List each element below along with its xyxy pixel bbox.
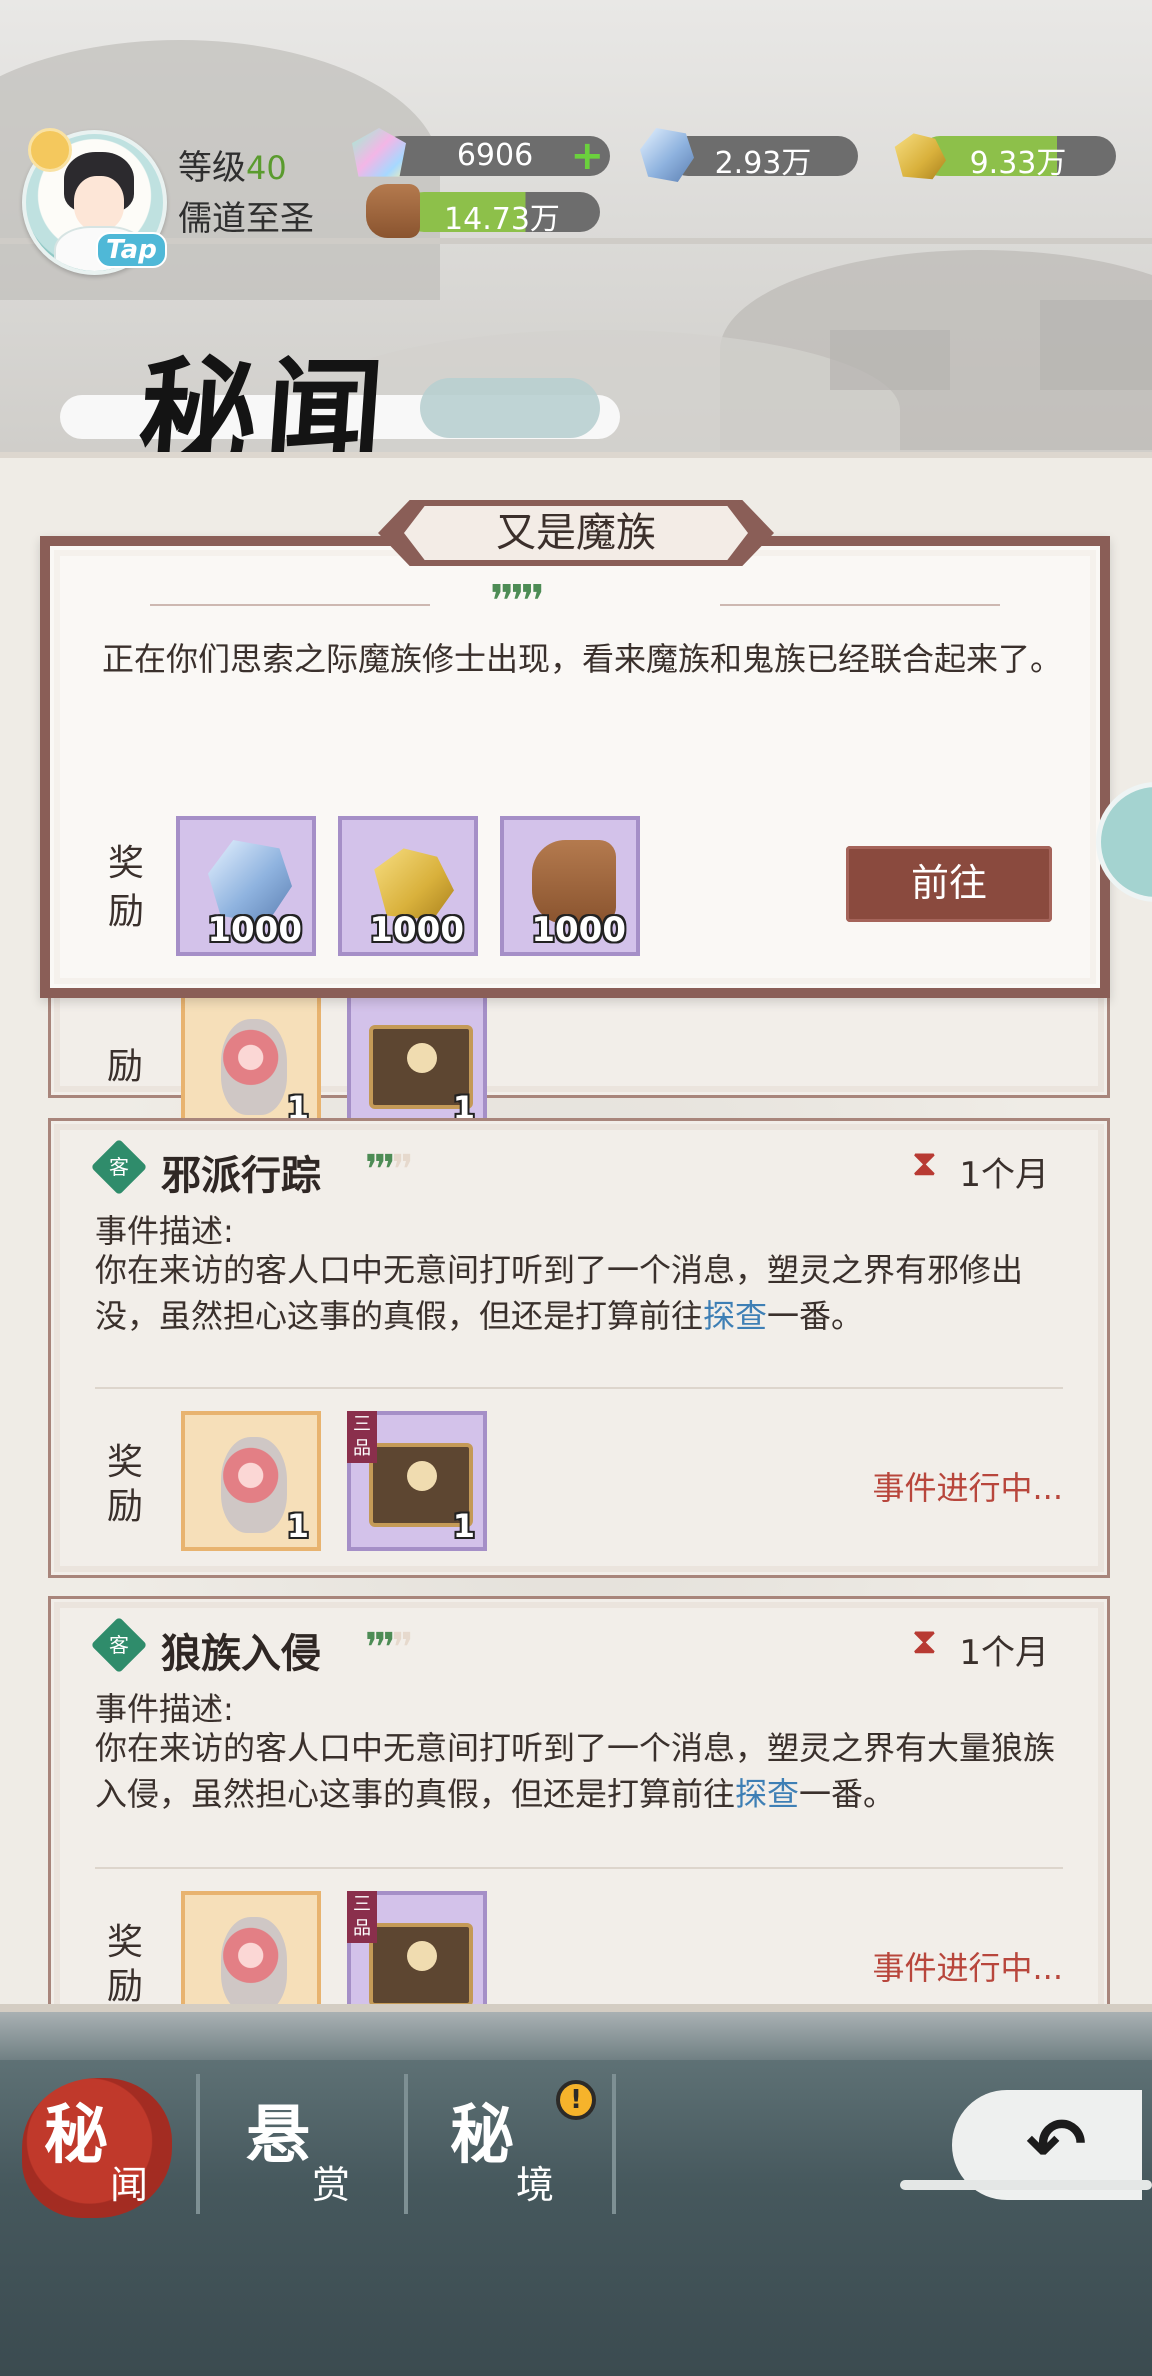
event-description: 你在来访的客人口中无意间打听到了一个消息，塑灵之界有邪修出没，虽然担心这事的真假… — [95, 1251, 1024, 1335]
header-divider — [0, 238, 1152, 244]
reward-label: 奖励 — [107, 1442, 144, 1527]
reward-label: 励 — [107, 1046, 144, 1087]
description-label: 事件描述: — [95, 1212, 234, 1250]
nav-top-edge — [0, 2012, 1152, 2064]
tab-small-char: 闻 — [110, 2163, 149, 2207]
back-arrow-icon: ↶ — [1026, 2102, 1087, 2186]
tier-badge: 三品 — [347, 1411, 377, 1463]
gold-resource[interactable]: 9.33万 — [894, 133, 1116, 181]
guest-badge: 客 — [90, 1616, 148, 1674]
tab-big-char: 悬 — [246, 2098, 310, 2173]
reward-item[interactable] — [181, 1891, 321, 2004]
divider — [95, 1867, 1063, 1869]
reward-item[interactable]: 三品 — [347, 1891, 487, 2004]
level-label: 等级 — [178, 148, 246, 188]
building-silhouette — [1040, 300, 1152, 390]
ornament-line — [150, 604, 430, 606]
wood-resource[interactable]: 14.73万 — [366, 184, 600, 238]
wood-value: 14.73万 — [444, 202, 560, 237]
red-stone-icon — [221, 1437, 287, 1533]
popup-reward-label: 奖励 — [108, 843, 145, 932]
gold-value: 9.33万 — [969, 146, 1067, 181]
tap-badge[interactable]: Tap — [96, 232, 167, 268]
popup-reward-item[interactable]: 1000 — [338, 816, 478, 956]
popup-title-banner: 又是魔族 — [378, 500, 774, 566]
player-title: 儒道至圣 — [178, 199, 314, 239]
player-level: 等级40 — [178, 140, 287, 189]
alert-badge-icon: ! — [556, 2080, 596, 2120]
reward-qty: 1 — [286, 1507, 309, 1545]
divider — [95, 1387, 1063, 1389]
jade-resource[interactable]: 6906 + — [352, 128, 610, 179]
explore-link[interactable]: 探查 — [703, 1297, 767, 1335]
guest-badge: 客 — [90, 1138, 148, 1196]
red-stone-icon — [221, 1917, 287, 2004]
event-status: 事件进行中... — [872, 1469, 1063, 1507]
event-card[interactable]: 客 狼族入侵 ❜❜❜❜❜ ⧗ 1个月 事件描述: 你在来访的客人口中无意间打听到… — [48, 1596, 1110, 2007]
go-button[interactable]: 前往 — [846, 846, 1052, 922]
reward-qty: 1 — [452, 1507, 475, 1545]
popup-difficulty-stars: ❜❜❜❜❜ — [490, 576, 545, 627]
tab-bounty[interactable]: 悬 赏 — [210, 2070, 406, 2220]
tab-small-char: 赏 — [312, 2163, 351, 2207]
reward-label: 奖励 — [107, 1922, 144, 2007]
difficulty-stars: ❜❜❜❜❜ — [365, 1147, 413, 1193]
event-card[interactable]: 客 邪派行踪 ❜❜❜❜❜ ⧗ 1个月 事件描述: 你在来访的客人口中无意间打听到… — [48, 1118, 1110, 1578]
spirit-stone-resource[interactable]: 2.93万 — [640, 128, 858, 182]
reward-qty: 1000 — [369, 910, 464, 950]
event-duration: 1个月 — [959, 1155, 1049, 1195]
reward-qty: 1000 — [207, 910, 302, 950]
sun-ornament-icon — [28, 128, 72, 172]
event-description: 你在来访的客人口中无意间打听到了一个消息，塑灵之界有大量狼族入侵，虽然担心这事的… — [95, 1729, 1056, 1813]
tier-badge: 三品 — [347, 1891, 377, 1943]
nav-separator — [404, 2074, 408, 2214]
difficulty-stars: ❜❜❜❜❜ — [365, 1625, 413, 1671]
hourglass-icon: ⧗ — [911, 1621, 937, 1662]
hourglass-icon: ⧗ — [911, 1143, 937, 1184]
spirit-stone-value: 2.93万 — [714, 146, 812, 181]
reward-item[interactable]: 1 — [181, 1411, 321, 1551]
explore-link[interactable]: 探查 — [735, 1775, 799, 1813]
ornament-line — [720, 604, 1000, 606]
popup-reward-item[interactable]: 1000 — [176, 816, 316, 956]
tab-big-char: 秘 — [44, 2098, 108, 2173]
tab-secret-news[interactable]: 秘 闻 — [8, 2070, 204, 2220]
brush-stroke — [900, 2180, 1152, 2190]
level-value: 40 — [246, 149, 287, 187]
popup-description: 正在你们思索之际魔族修士出现，看来魔族和鬼族已经联合起来了。 — [102, 640, 1063, 678]
popup-title: 又是魔族 — [404, 506, 748, 560]
event-name: 狼族入侵 — [161, 1631, 321, 1677]
event-status: 事件进行中... — [872, 1949, 1063, 1987]
reward-item[interactable]: 1 — [347, 993, 487, 1133]
event-duration: 1个月 — [959, 1633, 1049, 1673]
tab-small-char: 境 — [516, 2163, 555, 2207]
cloud-ornament — [420, 378, 600, 438]
event-name: 邪派行踪 — [161, 1153, 321, 1199]
nav-separator — [196, 2074, 200, 2214]
reward-qty: 1000 — [531, 910, 626, 950]
treasure-chest-icon — [369, 1923, 473, 2004]
reward-item[interactable]: 三品 1 — [347, 1411, 487, 1551]
nav-separator — [612, 2074, 616, 2214]
red-stone-icon — [221, 1019, 287, 1115]
add-jade-icon[interactable]: + — [570, 133, 604, 179]
reward-item[interactable]: 1 — [181, 993, 321, 1133]
popup-reward-item[interactable]: 1000 — [500, 816, 640, 956]
tab-big-char: 秘 — [450, 2098, 514, 2173]
description-label: 事件描述: — [95, 1690, 234, 1728]
building-silhouette — [830, 330, 950, 390]
